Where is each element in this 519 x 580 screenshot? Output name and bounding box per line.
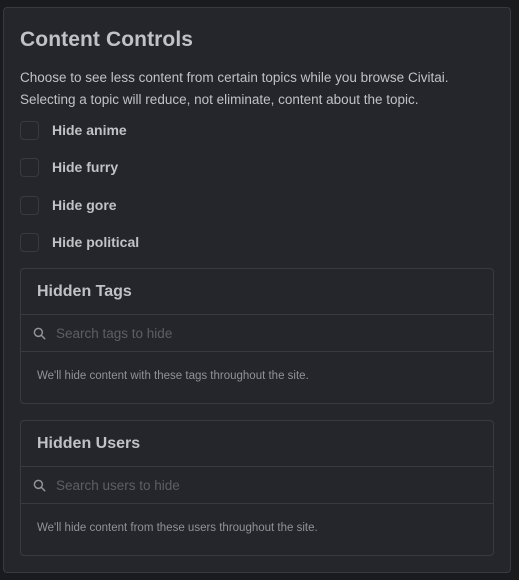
hide-furry-checkbox[interactable] bbox=[20, 157, 39, 177]
hidden-users-card: Hidden Users We'll hide content from the… bbox=[20, 420, 494, 556]
toggle-hide-political[interactable]: Hide political bbox=[20, 231, 139, 253]
toggle-hide-anime[interactable]: Hide anime bbox=[20, 119, 127, 141]
hide-political-checkbox[interactable] bbox=[20, 232, 39, 252]
page-title: Content Controls bbox=[20, 28, 194, 51]
hidden-users-note: We'll hide content from these users thro… bbox=[37, 522, 318, 534]
search-icon bbox=[33, 327, 46, 339]
hide-anime-label[interactable]: Hide anime bbox=[52, 122, 127, 138]
hidden-users-search-input[interactable] bbox=[56, 477, 456, 493]
hidden-tags-card: Hidden Tags We'll hide content with thes… bbox=[20, 268, 494, 404]
hide-gore-label[interactable]: Hide gore bbox=[52, 197, 117, 213]
hide-political-label[interactable]: Hide political bbox=[52, 234, 139, 250]
toggle-hide-furry[interactable]: Hide furry bbox=[20, 156, 118, 178]
hide-anime-checkbox[interactable] bbox=[20, 120, 39, 140]
hidden-tags-search[interactable] bbox=[21, 315, 493, 352]
hide-furry-label[interactable]: Hide furry bbox=[52, 159, 118, 175]
hidden-tags-note: We'll hide content with these tags throu… bbox=[37, 370, 309, 382]
hidden-tags-title: Hidden Tags bbox=[21, 269, 493, 315]
hidden-users-title: Hidden Users bbox=[21, 421, 493, 467]
hidden-tags-search-input[interactable] bbox=[56, 325, 456, 341]
hidden-users-search[interactable] bbox=[21, 467, 493, 504]
description-line-1: Choose to see less content from certain … bbox=[20, 70, 449, 85]
hide-gore-checkbox[interactable] bbox=[20, 195, 39, 215]
description-line-2: Selecting a topic will reduce, not elimi… bbox=[20, 92, 419, 107]
content-controls-panel: Content Controls Choose to see less cont… bbox=[3, 7, 511, 573]
description: Choose to see less content from certain … bbox=[20, 67, 490, 111]
toggle-hide-gore[interactable]: Hide gore bbox=[20, 194, 117, 216]
search-icon bbox=[33, 479, 46, 491]
